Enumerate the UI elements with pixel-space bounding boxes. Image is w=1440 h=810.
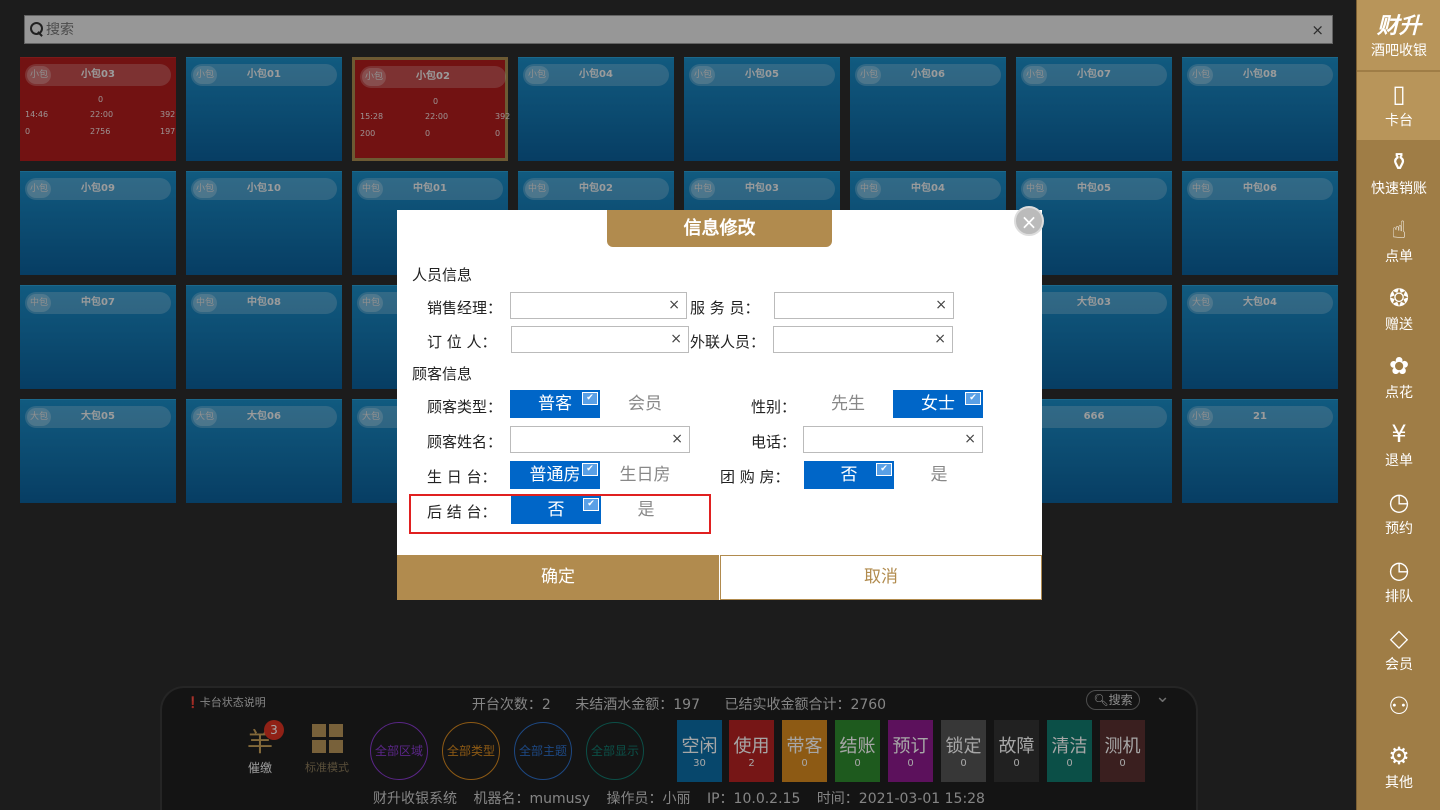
brand-logo: 财升 酒吧收银 — [1357, 0, 1440, 70]
sidebar-item-flowers[interactable]: ✿ 点花 — [1357, 344, 1440, 412]
birthday-label: 生 日 台： — [427, 468, 497, 486]
gender-male[interactable]: 先生 — [803, 390, 893, 418]
check-icon: ✔ — [582, 463, 598, 476]
flower-icon: ✿ — [1388, 352, 1410, 380]
sidebar-item-order[interactable]: ☝ 点单 — [1357, 208, 1440, 276]
queue-clock-icon: ◷ — [1388, 556, 1410, 584]
waiter-input[interactable] — [775, 293, 953, 318]
diamond-icon: ◇ — [1389, 624, 1409, 652]
post-settle-yes[interactable]: 是 — [601, 496, 691, 524]
clear-icon[interactable]: × — [670, 331, 682, 347]
clock-icon: ◷ — [1388, 488, 1410, 516]
sidebar-item-tables[interactable]: ▯ 卡台 — [1357, 72, 1440, 140]
clear-icon[interactable]: × — [935, 297, 947, 313]
confirm-button[interactable]: 确定 — [397, 555, 719, 600]
close-icon[interactable]: × — [1014, 206, 1044, 236]
staff-section-title: 人员信息 — [412, 266, 473, 284]
hand-pointer-icon: ☝ — [1391, 216, 1407, 244]
clear-icon[interactable]: × — [934, 331, 946, 347]
phone-field[interactable]: × — [803, 426, 983, 453]
sales-manager-input[interactable] — [511, 293, 686, 318]
sidebar-item-reserve[interactable]: ◷ 预约 — [1357, 480, 1440, 548]
booker-field[interactable]: × — [511, 326, 689, 353]
check-icon: ✔ — [876, 463, 892, 476]
users-icon: ⚇ — [1388, 692, 1410, 720]
gender-label: 性别： — [751, 398, 797, 416]
group-buy-label: 团 购 房： — [720, 468, 790, 486]
post-settle-label: 后 结 台： — [427, 503, 497, 521]
brand-name: 财升 — [1376, 14, 1421, 39]
cancel-button[interactable]: 取消 — [720, 555, 1042, 600]
booker-label: 订 位 人： — [427, 333, 497, 351]
brand-subtitle: 酒吧收银 — [1371, 43, 1427, 59]
check-icon: ✔ — [965, 392, 981, 405]
dialog-title: 信息修改 — [607, 210, 832, 247]
bottle-icon: ⚱ — [1388, 148, 1410, 176]
check-icon: ✔ — [583, 498, 599, 511]
clear-icon[interactable]: × — [671, 431, 683, 447]
customer-name-label: 顾客姓名： — [427, 433, 503, 451]
check-icon: ✔ — [582, 392, 598, 405]
customer-name-field[interactable]: × — [510, 426, 690, 453]
gear-icon: ⚙ — [1388, 742, 1410, 770]
phone-label: 电话： — [751, 433, 797, 451]
customer-type-label: 顾客类型： — [427, 398, 503, 416]
door-icon: ▯ — [1392, 80, 1406, 108]
waiter-field[interactable]: × — [774, 292, 954, 319]
sidebar-item-other[interactable]: ⚙ 其他 — [1357, 734, 1440, 802]
waiter-label: 服 务 员： — [690, 299, 760, 317]
group-buy-yes[interactable]: 是 — [894, 461, 984, 489]
birthday-normal-room[interactable]: 普通房 ✔ — [510, 461, 600, 489]
clear-icon[interactable]: × — [964, 431, 976, 447]
gift-icon: ❂ — [1388, 284, 1410, 312]
liaison-label: 外联人员： — [690, 333, 766, 351]
clear-icon[interactable]: × — [668, 297, 680, 313]
refund-icon: ¥ — [1391, 420, 1407, 448]
sidebar: 财升 酒吧收银 ▯ 卡台 ⚱ 快速销账 ☝ 点单 ❂ 赠送 ✿ 点花 ¥ 退单 … — [1356, 0, 1440, 810]
liaison-input[interactable] — [774, 327, 952, 352]
customer-name-input[interactable] — [511, 427, 689, 452]
group-buy-no[interactable]: 否 ✔ — [804, 461, 894, 489]
booker-input[interactable] — [512, 327, 688, 352]
sidebar-item-refund[interactable]: ¥ 退单 — [1357, 412, 1440, 480]
sales-manager-field[interactable]: × — [510, 292, 687, 319]
phone-input[interactable] — [804, 427, 982, 452]
post-settle-no[interactable]: 否 ✔ — [511, 496, 601, 524]
sales-manager-label: 销售经理： — [427, 299, 503, 317]
sidebar-item-queue[interactable]: ◷ 排队 — [1357, 548, 1440, 616]
customer-type-regular[interactable]: 普客 ✔ — [510, 390, 600, 418]
sidebar-item-quick-settle[interactable]: ⚱ 快速销账 — [1357, 140, 1440, 208]
sidebar-item-member[interactable]: ◇ 会员 — [1357, 616, 1440, 684]
gender-female[interactable]: 女士 ✔ — [893, 390, 983, 418]
liaison-field[interactable]: × — [773, 326, 953, 353]
birthday-room[interactable]: 生日房 — [600, 461, 690, 489]
info-edit-dialog: 信息修改 × 人员信息 销售经理： × 服 务 员： × 订 位 人： × 外联… — [397, 206, 1044, 600]
customer-type-member[interactable]: 会员 — [600, 390, 690, 418]
sidebar-item-gift[interactable]: ❂ 赠送 — [1357, 276, 1440, 344]
customer-section-title: 顾客信息 — [412, 365, 473, 383]
